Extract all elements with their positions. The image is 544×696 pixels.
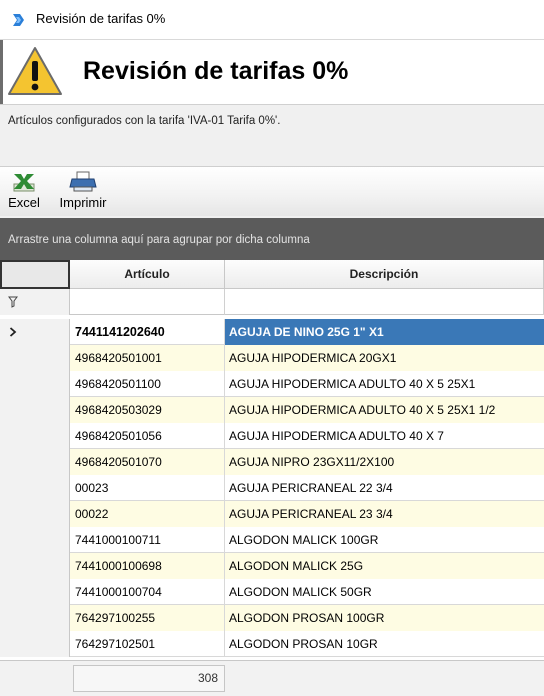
excel-button[interactable]: Excel [4,171,44,215]
row-selector[interactable] [0,501,70,527]
row-selector[interactable] [0,579,70,605]
window-title: Revisión de tarifas 0% [36,11,166,26]
cell-descripcion[interactable]: AGUJA DE NINO 25G 1" X1 [225,319,544,345]
print-button[interactable]: Imprimir [52,171,114,215]
cell-descripcion[interactable]: AGUJA NIPRO 23GX11/2X100 [225,449,544,475]
page-title: Revisión de tarifas 0% [83,57,349,85]
row-selector[interactable] [0,527,70,553]
excel-icon [13,174,35,192]
cell-articulo[interactable]: 764297102501 [70,631,225,657]
group-panel-hint: Arrastre una columna aquí para agrupar p… [8,234,310,246]
cell-articulo[interactable]: 7441141202640 [70,319,225,345]
table-row[interactable]: 7441141202640 AGUJA DE NINO 25G 1" X1 [0,319,544,345]
cell-articulo[interactable]: 4968420501100 [70,371,225,397]
filter-icon[interactable] [8,296,18,308]
table-row[interactable]: 764297102501 ALGODON PROSAN 10GR [0,631,544,657]
cell-articulo[interactable]: 764297100255 [70,605,225,631]
print-label: Imprimir [59,195,107,210]
cell-descripcion[interactable]: AGUJA HIPODERMICA ADULTO 40 X 7 [225,423,544,449]
cell-descripcion[interactable]: AGUJA HIPODERMICA ADULTO 40 X 5 25X1 [225,371,544,397]
cell-descripcion[interactable]: ALGODON PROSAN 10GR [225,631,544,657]
dialog-header: Revisión de tarifas 0% [0,40,544,104]
table-row[interactable]: 7441000100711 ALGODON MALICK 100GR [0,527,544,553]
cell-articulo[interactable]: 7441000100698 [70,553,225,579]
row-selector[interactable] [0,423,70,449]
filter-cell-descripcion[interactable] [225,289,544,315]
cell-descripcion[interactable]: ALGODON MALICK 100GR [225,527,544,553]
row-selector[interactable] [0,605,70,631]
cell-articulo[interactable]: 7441000100711 [70,527,225,553]
cell-articulo[interactable]: 00022 [70,501,225,527]
grid-header-row: Artículo Descripción [0,260,544,289]
cell-articulo[interactable]: 4968420503029 [70,397,225,423]
cell-descripcion[interactable]: AGUJA HIPODERMICA ADULTO 40 X 5 25X1 1/2 [225,397,544,423]
cell-descripcion[interactable]: AGUJA PERICRANEAL 23 3/4 [225,501,544,527]
app-icon [13,14,24,26]
table-row[interactable]: 4968420501100 AGUJA HIPODERMICA ADULTO 4… [0,371,544,397]
table-row[interactable]: 00022 AGUJA PERICRANEAL 23 3/4 [0,501,544,527]
row-selector[interactable] [0,553,70,579]
row-selector[interactable] [0,397,70,423]
column-header-articulo[interactable]: Artículo [70,260,225,289]
description-panel: Artículos configurados con la tarifa 'IV… [0,104,544,166]
table-row[interactable]: 4968420501056 AGUJA HIPODERMICA ADULTO 4… [0,423,544,449]
cell-descripcion[interactable]: ALGODON MALICK 25G [225,553,544,579]
cell-descripcion[interactable]: ALGODON MALICK 50GR [225,579,544,605]
row-selector[interactable] [0,475,70,501]
grid-rows: 7441141202640 AGUJA DE NINO 25G 1" X1 49… [0,319,544,657]
table-row[interactable]: 4968420503029 AGUJA HIPODERMICA ADULTO 4… [0,397,544,423]
cell-descripcion[interactable]: ALGODON PROSAN 100GR [225,605,544,631]
table-row[interactable]: 4968420501001 AGUJA HIPODERMICA 20GX1 [0,345,544,371]
filter-row-selector [0,289,70,315]
data-grid: Artículo Descripción 7441141202640 AGUJA… [0,260,544,696]
filter-row [0,289,544,315]
cell-articulo[interactable]: 7441000100704 [70,579,225,605]
row-selector[interactable] [0,345,70,371]
cell-articulo[interactable]: 4968420501001 [70,345,225,371]
header-corner[interactable] [0,260,70,289]
table-row[interactable]: 4968420501070 AGUJA NIPRO 23GX11/2X100 [0,449,544,475]
current-row-arrow-icon [9,327,17,337]
cell-articulo[interactable]: 4968420501070 [70,449,225,475]
cell-descripcion[interactable]: AGUJA HIPODERMICA 20GX1 [225,345,544,371]
table-row[interactable]: 7441000100704 ALGODON MALICK 50GR [0,579,544,605]
table-row[interactable]: 7441000100698 ALGODON MALICK 25G [0,553,544,579]
group-panel[interactable]: Arrastre una columna aquí para agrupar p… [0,218,544,260]
warning-icon [8,47,62,95]
printer-icon [69,171,97,192]
excel-label: Excel [8,195,40,210]
filter-cell-articulo[interactable] [70,289,225,315]
title-bar: Revisión de tarifas 0% [0,0,544,40]
column-header-descripcion[interactable]: Descripción [225,260,544,289]
table-row[interactable]: 00023 AGUJA PERICRANEAL 22 3/4 [0,475,544,501]
cell-articulo[interactable]: 4968420501056 [70,423,225,449]
row-selector[interactable] [0,319,70,345]
toolbar: Excel Imprimir [0,166,544,216]
cell-articulo[interactable]: 00023 [70,475,225,501]
description-text: Artículos configurados con la tarifa 'IV… [8,115,281,127]
cell-descripcion[interactable]: AGUJA PERICRANEAL 22 3/4 [225,475,544,501]
row-selector[interactable] [0,371,70,397]
grid-footer: 308 [0,660,544,696]
row-selector[interactable] [0,449,70,475]
row-count-summary: 308 [73,665,225,692]
table-row[interactable]: 764297100255 ALGODON PROSAN 100GR [0,605,544,631]
row-selector[interactable] [0,631,70,657]
